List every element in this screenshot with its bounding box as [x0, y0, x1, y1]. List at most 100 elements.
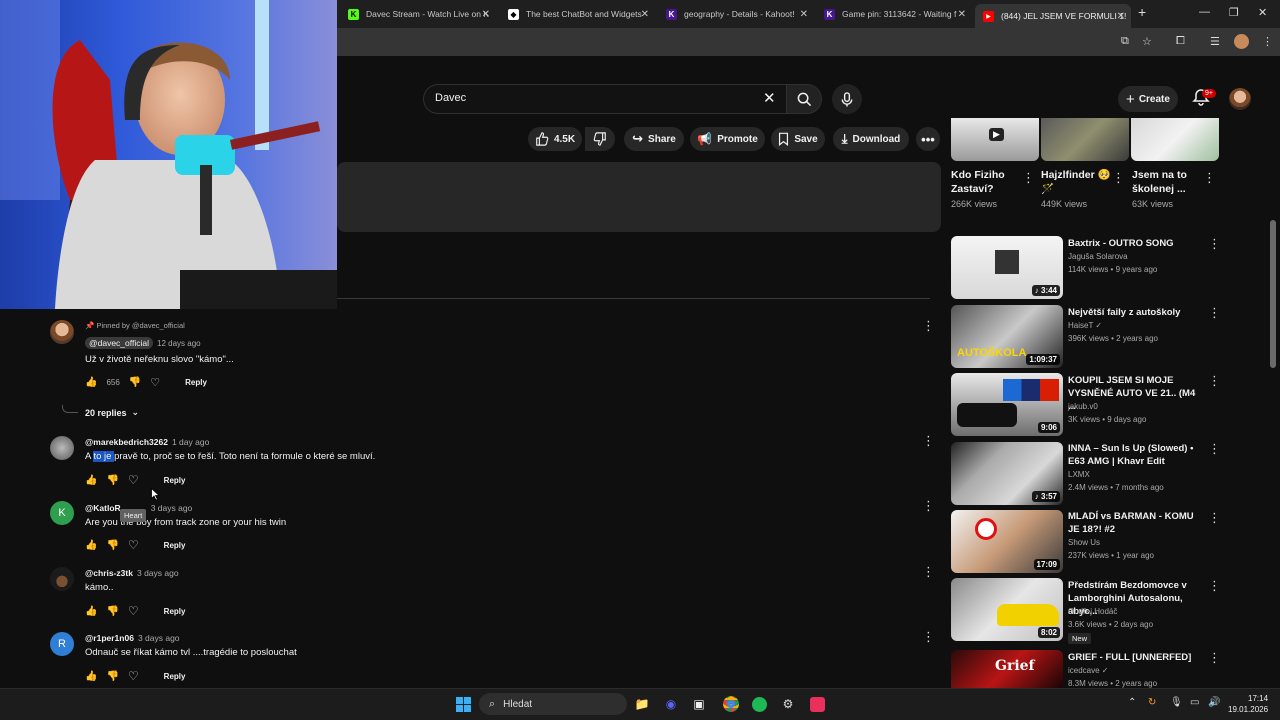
- video-thumbnail[interactable]: Grief: [951, 650, 1063, 688]
- thumbs-up-icon[interactable]: 👍: [85, 671, 97, 682]
- reply-button[interactable]: Reply: [164, 607, 186, 616]
- reply-button[interactable]: Reply: [185, 378, 207, 387]
- volume-icon[interactable]: 🔊: [1208, 697, 1220, 708]
- tiktok-icon[interactable]: [808, 695, 826, 713]
- cast-icon[interactable]: ⧉: [1121, 35, 1129, 48]
- video-menu-icon[interactable]: ⋮: [1208, 510, 1221, 526]
- bookmark-star-icon[interactable]: ☆: [1142, 35, 1152, 48]
- thumbs-down-icon[interactable]: 👎: [106, 475, 118, 486]
- discord-icon[interactable]: ◉: [662, 695, 680, 713]
- thumbs-down-icon[interactable]: 👎: [106, 606, 118, 617]
- close-icon[interactable]: ✕: [1117, 11, 1125, 22]
- taskbar-search[interactable]: ⌕ Hledat: [479, 693, 627, 715]
- reading-list-icon[interactable]: ☰: [1210, 35, 1220, 48]
- comment-author[interactable]: @chris-z3tk 3 days ago: [85, 568, 179, 578]
- thumbs-up-icon[interactable]: 👍: [85, 540, 97, 551]
- taskbar-clock[interactable]: 17:14 19.01.2026: [1228, 693, 1268, 715]
- network-icon[interactable]: ▭: [1190, 697, 1199, 708]
- tray-chevron-icon[interactable]: ⌃: [1128, 697, 1136, 708]
- comment-menu-icon[interactable]: ⋮: [922, 564, 935, 580]
- menu-kebab-icon[interactable]: ⋮: [1262, 35, 1273, 48]
- video-channel[interactable]: Show Us: [1068, 536, 1208, 550]
- video-title[interactable]: MLADÍ vs BARMAN - KOMU JE 18?! #2: [1068, 510, 1204, 536]
- close-icon[interactable]: ✕: [800, 9, 808, 20]
- extensions-icon[interactable]: ⧠: [1176, 35, 1185, 48]
- video-menu-icon[interactable]: ⋮: [1208, 373, 1221, 389]
- video-title[interactable]: INNA – Sun Is Up (Slowed) • E63 AMG | Kh…: [1068, 442, 1204, 468]
- tab-davec-stream[interactable]: K Davec Stream - Watch Live on K ✕: [340, 4, 496, 24]
- chrome-icon[interactable]: [722, 695, 740, 713]
- description-box[interactable]: [337, 162, 941, 232]
- new-tab-button[interactable]: +: [1138, 4, 1146, 20]
- comment-menu-icon[interactable]: ⋮: [922, 629, 935, 645]
- obs-icon[interactable]: ▣: [690, 695, 708, 713]
- heart-icon[interactable]: ♡: [150, 376, 160, 389]
- profile-avatar-icon[interactable]: [1234, 34, 1249, 49]
- comment-author-chip[interactable]: @davec_official: [85, 337, 153, 349]
- video-channel[interactable]: HaiseT ✓: [1068, 319, 1208, 333]
- create-button[interactable]: + Create: [1118, 86, 1178, 112]
- close-icon[interactable]: ✕: [482, 9, 490, 20]
- video-thumbnail[interactable]: ♪ 3:57: [951, 442, 1063, 505]
- clear-search-icon[interactable]: ✕: [763, 89, 776, 107]
- microphone-tray-icon[interactable]: 🎙: [1170, 697, 1183, 708]
- video-thumbnail[interactable]: AUTOŠKOLA 1:09:37: [951, 305, 1063, 368]
- share-button[interactable]: ↪ Share: [624, 127, 684, 151]
- thumbs-down-icon[interactable]: 👎: [129, 377, 141, 388]
- heart-icon[interactable]: ♡: [128, 669, 139, 683]
- reply-button[interactable]: Reply: [164, 541, 186, 550]
- file-explorer-icon[interactable]: 📁: [633, 695, 651, 713]
- short-thumbnail[interactable]: [1041, 118, 1129, 161]
- reply-button[interactable]: Reply: [164, 476, 186, 485]
- video-thumbnail[interactable]: ♪ 3:44: [951, 236, 1063, 299]
- short-menu-icon[interactable]: ⋮: [1022, 170, 1035, 186]
- short-title[interactable]: Kdo Fiziho Zastaví?: [951, 168, 1021, 196]
- account-avatar[interactable]: [1229, 88, 1251, 110]
- video-thumbnail[interactable]: 8:02: [951, 578, 1063, 641]
- search-button[interactable]: [786, 84, 822, 114]
- comment-time[interactable]: 1 day ago: [172, 437, 209, 447]
- short-thumbnail[interactable]: ▶: [951, 118, 1039, 161]
- window-close-icon[interactable]: ✕: [1258, 6, 1267, 19]
- like-button[interactable]: 4.5K: [528, 127, 582, 151]
- comment-avatar[interactable]: R: [50, 632, 74, 656]
- tray-app-icon[interactable]: ↻: [1148, 697, 1156, 708]
- comment-avatar[interactable]: K: [50, 501, 74, 525]
- page-scrollbar[interactable]: [1270, 220, 1276, 368]
- app-icon[interactable]: ⚙: [779, 695, 797, 713]
- video-thumbnail[interactable]: 9:06: [951, 373, 1063, 436]
- tab-chatbot[interactable]: ◆ The best ChatBot and Widgets ✕: [500, 4, 655, 24]
- video-menu-icon[interactable]: ⋮: [1208, 305, 1221, 321]
- comment-avatar[interactable]: [50, 567, 74, 591]
- video-channel[interactable]: Jaguša Solarova: [1068, 250, 1208, 264]
- close-icon[interactable]: ✕: [958, 9, 966, 20]
- tab-kahoot-game[interactable]: K Game pin: 3113642 - Waiting f ✕: [816, 4, 972, 24]
- dislike-button[interactable]: [585, 127, 615, 151]
- more-actions-button[interactable]: •••: [916, 127, 940, 151]
- start-button[interactable]: [454, 695, 472, 713]
- comment-avatar[interactable]: [50, 320, 74, 344]
- comment-time[interactable]: 3 days ago: [137, 568, 179, 578]
- download-button[interactable]: ⤓ Download: [833, 127, 909, 151]
- comment-menu-icon[interactable]: ⋮: [922, 318, 935, 334]
- tab-youtube-active[interactable]: ▶ (844) JEL JSEM VE FORMULI 1! ✕: [975, 4, 1131, 28]
- close-icon[interactable]: ✕: [641, 9, 649, 20]
- tab-kahoot-geography[interactable]: K geography - Details - Kahoot! ✕: [658, 4, 814, 24]
- video-channel[interactable]: Ondřej Hodáč: [1068, 605, 1208, 619]
- comment-author[interactable]: @r1per1n06 3 days ago: [85, 633, 180, 643]
- short-menu-icon[interactable]: ⋮: [1112, 170, 1125, 186]
- video-menu-icon[interactable]: ⋮: [1208, 578, 1221, 594]
- heart-icon[interactable]: ♡: [128, 538, 139, 552]
- video-title[interactable]: Baxtrix - OUTRO SONG: [1068, 237, 1204, 250]
- thumbs-down-icon[interactable]: 👎: [106, 540, 118, 551]
- comment-time[interactable]: 3 days ago: [138, 633, 180, 643]
- comment-menu-icon[interactable]: ⋮: [922, 433, 935, 449]
- video-channel[interactable]: icedcave ✓: [1068, 664, 1208, 678]
- thumbs-up-filled-icon[interactable]: 👍: [85, 377, 97, 388]
- video-channel[interactable]: jakub.v0: [1068, 400, 1208, 414]
- video-channel[interactable]: LXMX: [1068, 468, 1208, 482]
- maximize-icon[interactable]: ❐: [1229, 6, 1239, 19]
- comment-avatar[interactable]: [50, 436, 74, 460]
- video-thumbnail[interactable]: 17:09: [951, 510, 1063, 573]
- video-title[interactable]: Největší faily z autoškoly: [1068, 306, 1204, 319]
